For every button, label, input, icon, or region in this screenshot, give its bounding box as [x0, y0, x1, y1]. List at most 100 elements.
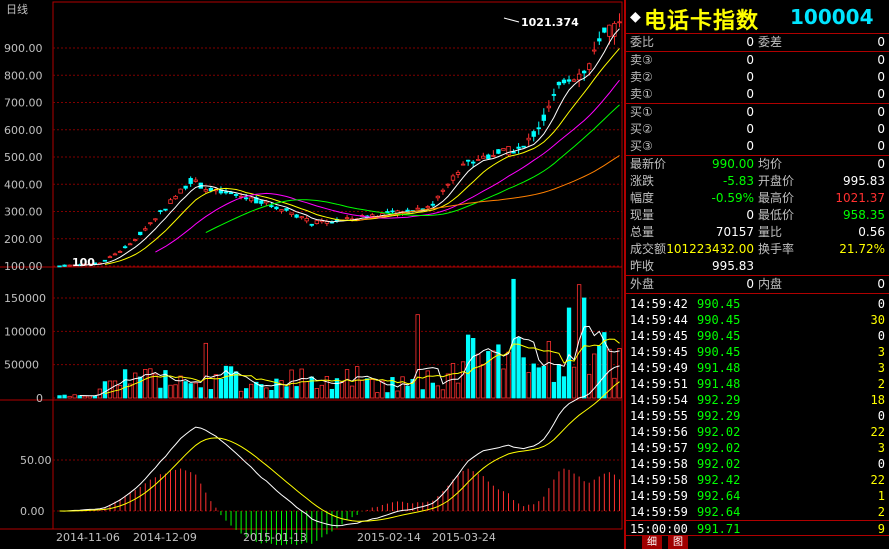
volume-bar [269, 389, 274, 399]
turnover-label: 换手率 [758, 242, 795, 256]
volume-bar [506, 351, 511, 399]
candle-body [284, 208, 289, 211]
date-axis-label: 2015-03-24 [432, 531, 496, 544]
tick-row: 14:59:56 992.02 22 [626, 424, 889, 440]
volume-bar [67, 395, 72, 399]
candle-body [602, 27, 607, 33]
tick-time: 14:59:59 [630, 489, 688, 503]
tick-volume: 22 [870, 425, 885, 439]
tick-price: 990.45 [697, 329, 741, 343]
volume-bar [284, 386, 289, 399]
buy-volume: 0 [877, 105, 885, 119]
weibi-label: 委比 [630, 35, 655, 49]
volume-bar [264, 387, 269, 399]
volume-bar [314, 388, 319, 399]
avg-label: 均价 [758, 157, 783, 171]
sell-price: 0 [746, 87, 754, 101]
tick-time: 14:59:44 [630, 313, 688, 327]
candle-body [148, 222, 153, 225]
tick-volume: 3 [877, 345, 885, 359]
tab-chart[interactable]: 图 [668, 536, 688, 549]
candle-body [269, 205, 274, 208]
candle-body [617, 21, 622, 24]
amount-label: 成交额 [630, 242, 667, 256]
weicha-value: 0 [877, 35, 885, 49]
tick-volume: 3 [877, 441, 885, 455]
volume-bar [168, 384, 173, 399]
tick-time: 14:59:58 [630, 473, 688, 487]
candle-body [274, 206, 279, 210]
high-value: 1021.37 [835, 191, 885, 205]
volume-bar [370, 379, 375, 399]
tick-time: 14:59:58 [630, 457, 688, 471]
volume-bar [440, 389, 446, 399]
sell-row: 卖② 0 0 [626, 69, 889, 86]
tick-time: 14:59:42 [630, 297, 688, 311]
volume-bar [380, 380, 385, 399]
price-axis-label: 200.00 [4, 233, 43, 246]
tick-row: 14:59:59 992.64 1 [626, 488, 889, 504]
volume-bar [541, 365, 546, 399]
volume-bar [319, 384, 325, 399]
ma5-line [79, 28, 620, 266]
tick-row: 14:59:42 990.45 0 [626, 296, 889, 312]
tick-price: 990.45 [697, 313, 741, 327]
price-axis-label: 600.00 [4, 124, 43, 137]
sell-label: 卖② [630, 70, 653, 84]
candle-body [158, 210, 163, 212]
candle-body [203, 189, 208, 192]
tick-list[interactable]: 14:59:42 990.45 0 14:59:44 990.45 30 14:59:45 9… [626, 294, 889, 536]
volume-bar [294, 386, 299, 399]
candle-body [244, 197, 249, 200]
tick-volume: 2 [877, 505, 885, 519]
tick-time: 14:59:45 [630, 329, 688, 343]
tick-time: 14:59:51 [630, 377, 688, 391]
volume-bar [420, 389, 425, 399]
candle-body [576, 73, 582, 81]
volume-bar [430, 382, 435, 399]
kline-chart[interactable]: 900.00 800.00 700.00 600.00 500.00 400.00 300.… [0, 0, 624, 549]
candle-body [471, 161, 476, 164]
volume-bar [455, 382, 461, 399]
price-axis-label: 900.00 [4, 42, 43, 55]
volume-bar [526, 372, 531, 399]
candle-body [309, 223, 314, 226]
candle-body [228, 192, 234, 195]
tick-time: 14:59:56 [630, 425, 688, 439]
candle-body [304, 218, 309, 222]
candle-body [223, 191, 229, 194]
volume-bar [213, 374, 219, 399]
volume-bar [400, 376, 405, 399]
ratio-value: 0.56 [858, 225, 885, 239]
tick-time: 14:59:57 [630, 441, 688, 455]
candle-body [526, 137, 531, 141]
sell-price: 0 [746, 53, 754, 67]
volume-bar [501, 368, 506, 399]
candle-body [344, 217, 350, 220]
volume-bar [133, 372, 138, 399]
volume-bar [597, 345, 602, 399]
volume-bar [62, 394, 67, 399]
candle-body [481, 155, 486, 159]
open-label: 开盘价 [758, 174, 795, 188]
tick-price: 992.64 [697, 489, 741, 503]
volume-bar [405, 385, 410, 399]
candle-body [551, 94, 557, 96]
buy-row: 买② 0 0 [626, 121, 889, 138]
tab-detail[interactable]: 细 [642, 536, 662, 549]
volume-bar [143, 369, 148, 399]
candle-body [476, 159, 481, 161]
tick-price: 992.64 [697, 505, 741, 519]
buy-label: 买① [630, 105, 653, 119]
volume-bar [92, 395, 98, 399]
candle-body [587, 63, 592, 70]
candle-body [521, 145, 526, 148]
candle-body [516, 146, 521, 149]
candle-body [153, 218, 158, 221]
candle-body [491, 155, 496, 157]
candle-body [566, 79, 572, 82]
volume-bar [476, 353, 481, 399]
indicator-axis-label: 0.00 [20, 505, 45, 518]
buy-row: 买③ 0 0 [626, 138, 889, 155]
max-price-pointer [503, 17, 520, 23]
